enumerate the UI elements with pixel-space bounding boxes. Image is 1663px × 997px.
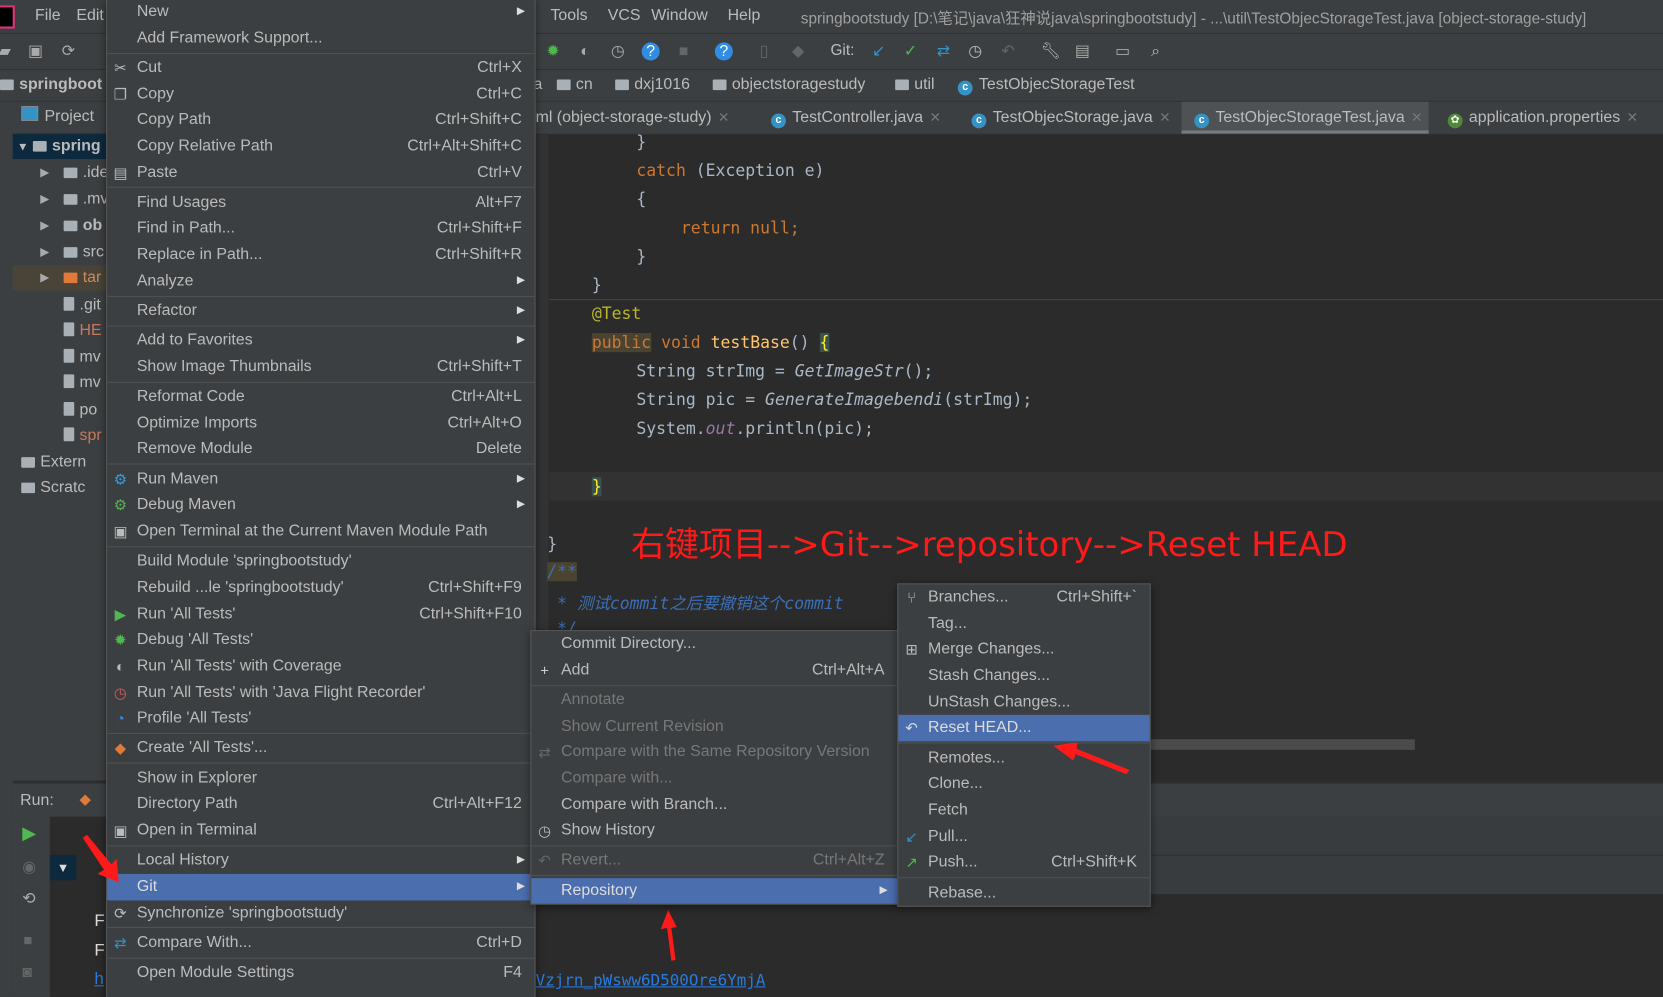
ide-window: File Edit Tools VCS Window Help springbo… [0, 0, 1663, 997]
annotation-arrows [82, 742, 1130, 961]
red-arrow-to-repository [660, 909, 677, 961]
red-arrow-to-git [82, 834, 119, 883]
red-arrow-to-reset-head [1053, 742, 1130, 775]
